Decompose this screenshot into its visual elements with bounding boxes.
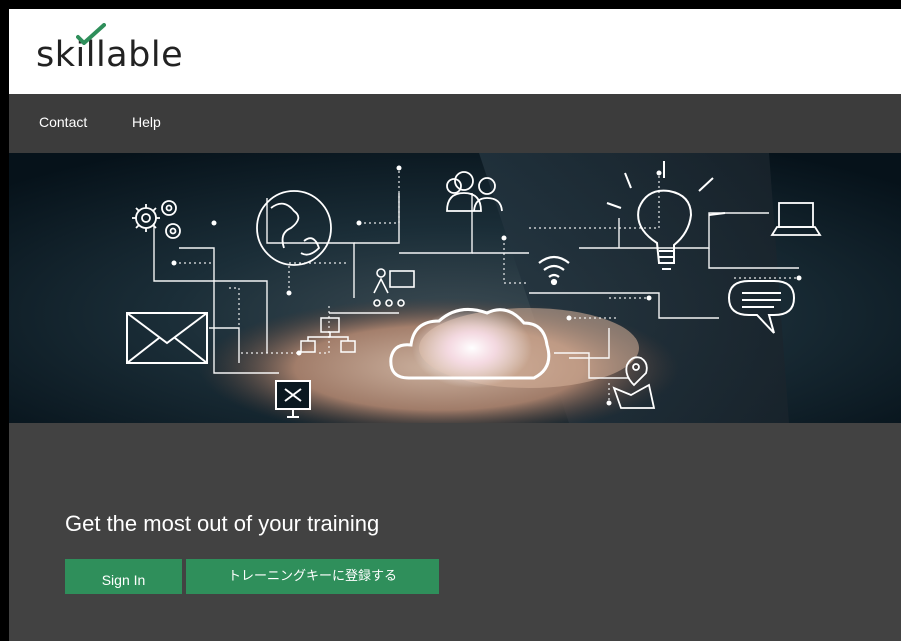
cloud-glow — [412, 308, 532, 388]
tagline: Get the most out of your training — [65, 511, 380, 536]
hero-banner — [9, 153, 901, 423]
hero-illustration — [9, 153, 901, 423]
nav-bar: Contact Help — [9, 94, 901, 153]
nav-contact-link[interactable]: Contact — [39, 114, 87, 130]
header: skillable — [9, 9, 901, 94]
logo-text: skillable — [36, 35, 184, 75]
sign-in-button[interactable]: Sign In — [65, 559, 182, 594]
main-panel: Get the most out of your training Sign I… — [9, 423, 901, 641]
nav-help-link[interactable]: Help — [132, 114, 161, 130]
register-training-key-button[interactable]: トレーニングキーに登録する — [186, 559, 439, 594]
check-icon — [76, 23, 106, 45]
page-frame: skillable Contact Help Get the most out … — [0, 0, 901, 641]
